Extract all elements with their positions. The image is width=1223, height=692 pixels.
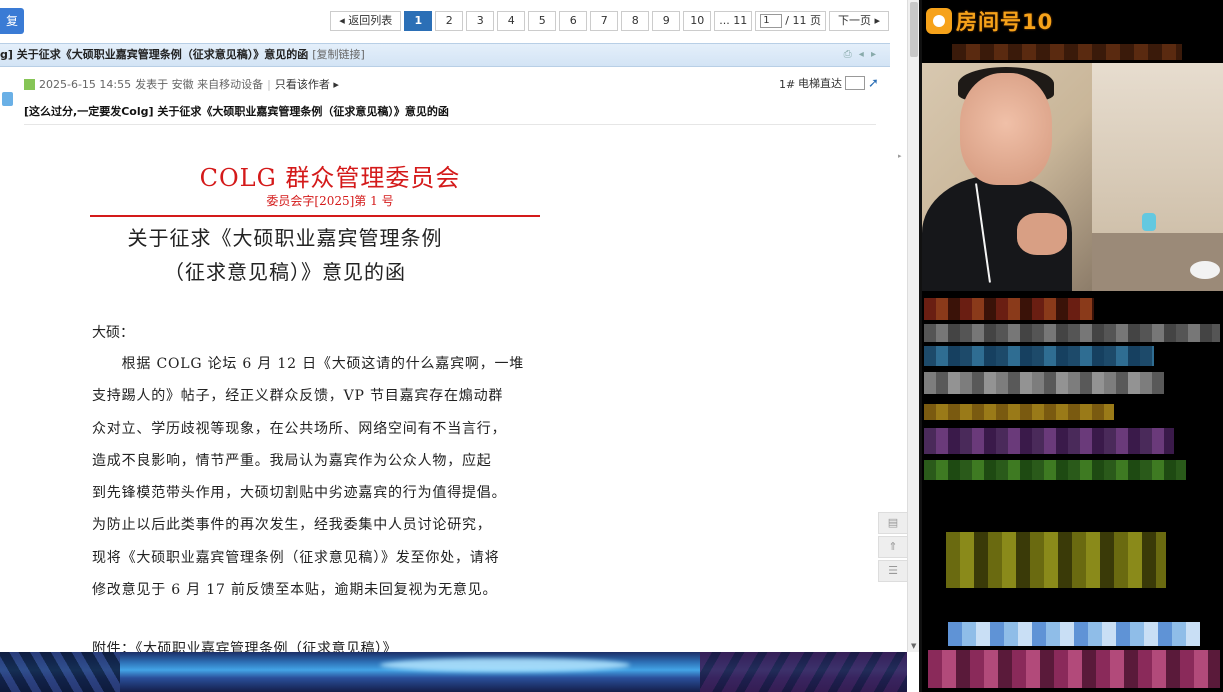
document-image: COLG 群众管理委员会 委员会字[2025]第 1 号 关于征求《大硕职业嘉宾… — [60, 130, 600, 660]
pixelated-chat — [928, 650, 1220, 688]
red-rule — [90, 215, 540, 217]
post-meta: 2025-6-15 14:55 发表于 安徽 来自移动设备 | 只看该作者 ▸ — [24, 76, 339, 92]
document-salutation: 大硕： — [92, 325, 134, 341]
elevator-input[interactable] — [845, 76, 865, 90]
page-button[interactable]: 6 — [559, 11, 588, 31]
scrollbar-thumb[interactable] — [910, 2, 918, 57]
comment-icon[interactable]: ▤ — [878, 512, 907, 534]
page-button[interactable]: 1 — [404, 11, 433, 31]
forum-page: 复 ◂ 返回列表 1 2 3 4 5 6 7 8 9 10 ... 11 1 /… — [0, 0, 907, 692]
room-number: 房间号10 — [956, 10, 1054, 34]
bookmark-icon[interactable] — [2, 92, 13, 106]
pixelated-chat — [924, 460, 1186, 480]
body-line: 根据 COLG 论坛 6 月 12 日《大硕这请的什么嘉宾啊，一堆 — [92, 356, 525, 372]
thread-title: g] 关于征求《大硕职业嘉宾管理条例（征求意见稿）》意见的函 [复制链接] — [0, 48, 365, 61]
next-page-button[interactable]: 下一页 ▸ — [828, 11, 889, 31]
document-title-line1: 关于征求《大硕职业嘉宾管理条例 — [127, 226, 443, 250]
page-button[interactable]: 5 — [528, 11, 557, 31]
last-page-button[interactable]: ... 11 — [714, 11, 753, 31]
expand-icon[interactable]: ▸ — [898, 152, 902, 160]
body-line: 造成不良影响，情节严重。我局认为嘉宾作为公众人物，应起 — [92, 452, 492, 469]
only-author-link[interactable]: 只看该作者 ▸ — [275, 76, 339, 92]
pixelated-chat — [924, 428, 1174, 454]
back-to-list-button[interactable]: ◂ 返回列表 — [330, 11, 402, 31]
page-button[interactable]: 7 — [590, 11, 619, 31]
document-number: 委员会字[2025]第 1 号 — [266, 194, 394, 208]
thread-title-bar: g] 关于征求《大硕职业嘉宾管理条例（征求意见稿）》意见的函 [复制链接] ⎙ ◂… — [0, 43, 890, 67]
page-jump[interactable]: 1 / 11 页 — [755, 11, 826, 31]
reply-button[interactable]: 复 — [0, 8, 24, 34]
stream-logo-icon — [926, 8, 952, 34]
post-subject: [这么过分,一定要发Colg] 关于征求《大硕职业嘉宾管理条例（征求意见稿）》意… — [24, 105, 449, 118]
page-button[interactable]: 8 — [621, 11, 650, 31]
list-icon[interactable]: ☰ — [878, 560, 907, 582]
post-time: 2025-6-15 14:55 — [39, 77, 132, 91]
pixelated-chat — [924, 298, 1094, 320]
body-line: 修改意见于 6 月 17 前反馈至本贴，逾期未回复视为无意见。 — [92, 582, 498, 599]
body-line: 支持踢人的》帖子，经正义群众反馈，VP 节目嘉宾存在煽动群 — [92, 388, 504, 405]
body-line: 众对立、学历歧视等现象，在公共场所、网络空间有不当言行， — [92, 420, 507, 437]
body-line: 到先锋模范带头作用，大硕切割贴中劣迹嘉宾的行为值得提倡。 — [92, 485, 507, 502]
print-icon[interactable]: ⎙ ◂ ▸ — [844, 44, 878, 66]
pixelated-chat — [924, 404, 1114, 420]
stream-overlay: 房间号10 — [922, 0, 1223, 692]
copy-link[interactable]: [复制链接] — [312, 48, 365, 61]
room-badge: 房间号10 — [926, 7, 1053, 35]
separator: | — [267, 77, 271, 91]
user-icon — [24, 78, 35, 90]
body-line: 现将《大硕职业嘉宾管理条例（征求意见稿）》发至你处，请将 — [92, 549, 500, 566]
page-button[interactable]: 3 — [466, 11, 495, 31]
pixelated-chat — [924, 346, 1154, 366]
page-button[interactable]: 10 — [683, 11, 712, 31]
pixelated-chat — [924, 324, 1220, 342]
floor-number: 1# — [779, 78, 796, 91]
document-org: COLG 群众管理委员会 — [199, 164, 461, 192]
pixelated-chat — [948, 622, 1200, 646]
post-location: 发表于 安徽 来自移动设备 — [135, 78, 264, 91]
go-icon[interactable]: ➚ — [868, 76, 879, 91]
document-body: 根据 COLG 论坛 6 月 12 日《大硕这请的什么嘉宾啊，一堆 支持踢人的》… — [92, 348, 542, 606]
webcam-feed — [922, 63, 1223, 291]
elevator: 电梯直达 ➚ — [798, 75, 879, 91]
document-title-line2: （征求意见稿）》意见的函 — [164, 260, 406, 284]
floating-toolbar: ▤ ⇑ ☰ — [878, 512, 907, 582]
page-button[interactable]: 9 — [652, 11, 681, 31]
elevator-label: 电梯直达 — [798, 77, 842, 90]
pixelated-chat — [924, 372, 1164, 394]
page-jump-input[interactable]: 1 — [760, 14, 783, 28]
pagination: ◂ 返回列表 1 2 3 4 5 6 7 8 9 10 ... 11 1 / 1… — [330, 11, 889, 31]
divider — [24, 124, 876, 125]
page-button[interactable]: 4 — [497, 11, 526, 31]
page-button[interactable]: 2 — [435, 11, 464, 31]
pixelated-chat — [952, 44, 1182, 60]
body-line: 为防止以后此类事件的再次发生，经我委集中人员讨论研究， — [92, 517, 492, 534]
pixelated-chat — [946, 532, 1166, 588]
page-total: / 11 页 — [785, 14, 821, 27]
bottom-banner — [0, 652, 907, 692]
top-icon[interactable]: ⇑ — [878, 536, 907, 558]
scroll-down-icon[interactable]: ▼ — [911, 642, 916, 650]
